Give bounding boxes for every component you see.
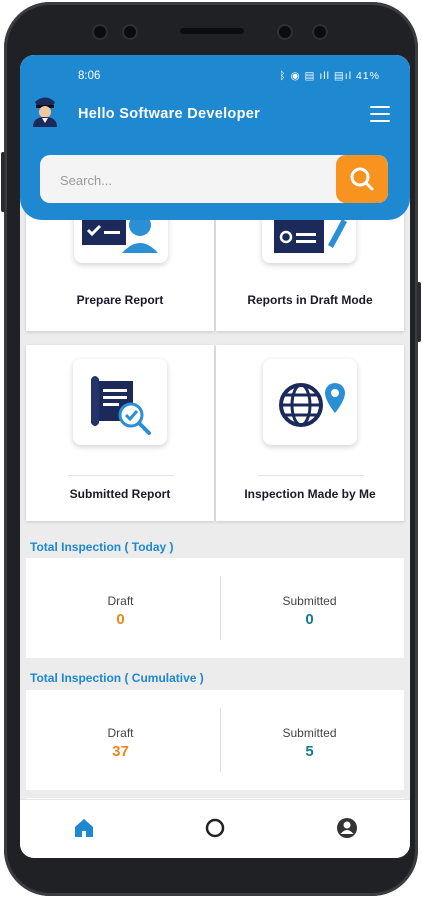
stat-value: 0 [116, 611, 125, 628]
stat-label: Draft [107, 594, 134, 608]
stat-value: 0 [305, 611, 314, 628]
stat-label: Submitted [282, 726, 337, 740]
search-input[interactable] [40, 155, 352, 203]
search-bar [40, 155, 388, 203]
speaker-grille [180, 28, 244, 34]
tile-reports-draft[interactable]: Reports in Draft Mode [216, 205, 404, 331]
cumulative-draft[interactable]: Draft 37 [26, 690, 215, 790]
cumulative-stats-card: Draft 37 Submitted 5 [26, 690, 404, 790]
stat-value: 5 [305, 743, 314, 760]
tile-label: Submitted Report [69, 487, 171, 501]
tile-prepare-report[interactable]: Prepare Report [26, 205, 214, 331]
greeting-text: Hello Software Developer [78, 106, 261, 122]
submitted-report-icon [73, 359, 167, 445]
tile-label: Reports in Draft Mode [247, 293, 373, 307]
app-header: 8:06 ᛒ ◉ ▤ ıll ▤ıl 41% Hello Software De… [20, 55, 410, 220]
power-button [417, 282, 421, 342]
today-stats-card: Draft 0 Submitted 0 [26, 558, 404, 658]
cumulative-section-title: Total Inspection ( Cumulative ) [30, 671, 204, 685]
circle-icon[interactable] [203, 816, 227, 840]
volume-button [1, 152, 5, 212]
search-button[interactable] [336, 155, 388, 203]
phone-frame: Prepare Report Reports in Draft Mode Sub… [1, 2, 421, 896]
stat-value: 37 [112, 743, 129, 760]
today-section-title: Total Inspection ( Today ) [30, 540, 174, 554]
account-icon[interactable] [335, 816, 359, 840]
sensor-icon [124, 26, 136, 38]
search-icon [350, 167, 374, 191]
sensor-icon [314, 26, 326, 38]
status-time: 8:06 [78, 70, 101, 82]
status-icons: ᛒ ◉ ▤ ıll ▤ıl 41% [279, 70, 380, 82]
stat-label: Submitted [282, 594, 337, 608]
tile-separator [68, 475, 174, 476]
front-camera-icon [279, 26, 291, 38]
status-bar: 8:06 ᛒ ◉ ▤ ıll ▤ıl 41% [20, 70, 410, 86]
menu-hamburger-icon[interactable] [370, 106, 390, 122]
app-screen: Prepare Report Reports in Draft Mode Sub… [20, 55, 410, 858]
cumulative-submitted[interactable]: Submitted 5 [215, 690, 404, 790]
home-icon[interactable] [72, 816, 96, 840]
stat-label: Draft [107, 726, 134, 740]
inspection-globe-icon [263, 359, 357, 445]
tile-submitted-report[interactable]: Submitted Report [26, 345, 214, 521]
police-avatar-icon[interactable] [30, 93, 60, 127]
bottom-navigation [20, 799, 410, 858]
camera-bar [4, 20, 418, 44]
tile-separator [258, 475, 364, 476]
today-draft[interactable]: Draft 0 [26, 558, 215, 658]
tile-inspection-made-by-me[interactable]: Inspection Made by Me [216, 345, 404, 521]
tile-label: Inspection Made by Me [244, 487, 376, 501]
tile-label: Prepare Report [76, 293, 164, 307]
camera-icon [94, 26, 106, 38]
today-submitted[interactable]: Submitted 0 [215, 558, 404, 658]
